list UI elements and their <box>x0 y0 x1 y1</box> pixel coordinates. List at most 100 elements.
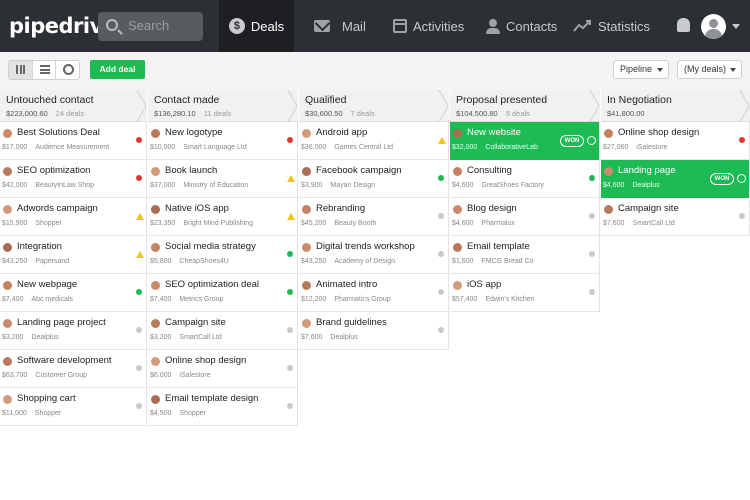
owner-avatar <box>453 129 462 138</box>
deal-card[interactable]: Book launch $37,000 Ministry of Education <box>148 160 297 198</box>
deal-card[interactable]: Blog design $4,600 Pharmalux <box>450 198 599 236</box>
won-badge: WON <box>710 173 734 185</box>
deal-meta: $3,200 Dealplus <box>2 334 59 341</box>
deal-card[interactable]: Android app $36,000 Games Central Ltd <box>299 122 448 160</box>
deal-card[interactable]: Software development $63,700 Customer Grou… <box>0 350 146 388</box>
timeline-view-button[interactable] <box>56 61 79 79</box>
deal-status-red-icon <box>739 137 745 143</box>
deal-card[interactable]: SEO optimization deal $7,400 Metrics Group <box>148 274 297 312</box>
stage-summary: $104,500.80 5 deals <box>456 109 530 118</box>
deal-card[interactable]: Landing page project $3,200 Dealplus <box>0 312 146 350</box>
nav-activities-label: Activities <box>413 18 465 34</box>
nav-mail[interactable]: Mail <box>314 0 366 52</box>
stage-header[interactable]: Qualified $30,600.50 7 deals <box>299 90 449 122</box>
deal-organization: iSalestore <box>636 144 668 151</box>
deal-value: $6,000 <box>150 372 172 379</box>
owner-avatar <box>604 129 613 138</box>
deal-title: Social media strategy <box>165 241 256 252</box>
owner-avatar <box>302 243 311 252</box>
add-deal-button[interactable]: Add deal <box>90 60 145 79</box>
stage-column: Android app $36,000 Games Central Ltd Faceb… <box>299 122 449 350</box>
stage-header[interactable]: In Negotiation $41,800.00 <box>601 90 750 122</box>
deal-value: $12,200 <box>301 296 327 303</box>
deal-card[interactable]: Landing page $4,600 Dealplus WON <box>601 160 749 198</box>
deal-card[interactable]: Email template design $4,500 Shopper <box>148 388 297 426</box>
deal-card[interactable]: Brand guidelines $7,600 Dealplus <box>299 312 448 350</box>
deal-title: Integration <box>17 241 62 252</box>
deal-title: Online shop design <box>618 127 700 138</box>
stage-header[interactable]: Proposal presented $104,500.80 5 deals <box>450 90 600 122</box>
list-view-icon <box>39 65 50 74</box>
deal-organization: GreatShoes Factory <box>481 182 545 189</box>
deal-status-ring-icon[interactable] <box>587 136 596 145</box>
deal-organization: Customer Group <box>35 372 88 379</box>
deal-card[interactable]: iOS app $57,400 Edwin's Kitchen <box>450 274 599 312</box>
deal-card[interactable]: Facebook campaign $3,900 Mayan Design <box>299 160 448 198</box>
search-box[interactable]: Search <box>98 12 203 41</box>
deal-organization: FMCG Bread Co <box>481 258 534 265</box>
deal-status-yellow-icon <box>438 137 446 144</box>
deal-organization: Academy of Design <box>334 258 396 265</box>
deal-organization: Shopper <box>35 220 62 227</box>
deal-meta: $4,600 Dealplus <box>603 182 660 189</box>
deal-status-grey-icon <box>136 327 142 333</box>
mail-icon <box>314 20 330 32</box>
stage-name: In Negotiation <box>607 94 672 106</box>
deal-card[interactable]: Best Solutions Deal $17,000 Audience Measu… <box>0 122 146 160</box>
deal-organization: Audience Measurement <box>35 144 110 151</box>
deal-card[interactable]: Campaign site $3,200 SmartCall Ltd <box>148 312 297 350</box>
deal-organization: Pharmatics Group <box>334 296 391 303</box>
deal-card[interactable]: New website $32,000 CollaborativeLab WON <box>450 122 599 160</box>
deal-card[interactable]: Native iOS app $23,350 Bright Mind Publish… <box>148 198 297 236</box>
pipeline-select[interactable]: Pipeline <box>613 60 669 79</box>
stage-arrow-icon <box>739 90 750 122</box>
deal-card[interactable]: Digital trends workshop $43,250 Academy of… <box>299 236 448 274</box>
deals-filter-select[interactable]: (My deals) <box>677 60 742 79</box>
user-avatar[interactable] <box>701 14 726 39</box>
deals-icon: $ <box>228 18 245 34</box>
deal-meta: $10,000 Smart Language Ltd <box>150 144 247 151</box>
list-view-button[interactable] <box>33 61 57 79</box>
deal-card[interactable]: SEO optimization $42,000 BeautyInLaw Shop <box>0 160 146 198</box>
deal-card[interactable]: Online shop design $27,060 iSalestore <box>601 122 749 160</box>
stage-total-value: $136,280.10 <box>154 109 196 118</box>
nav-statistics[interactable]: Statistics <box>573 0 650 52</box>
deal-card[interactable]: Rebranding $45,200 Beauty Booth <box>299 198 448 236</box>
nav-activities[interactable]: Activities <box>393 0 464 52</box>
deal-status-ring-icon[interactable] <box>737 174 746 183</box>
deal-card[interactable]: New logotype $10,000 Smart Language Ltd <box>148 122 297 160</box>
owner-avatar <box>151 395 160 404</box>
deal-status-grey-icon <box>287 403 293 409</box>
deal-card[interactable]: New webpage $7,400 Abc medicals <box>0 274 146 312</box>
stage-header[interactable]: Untouched contact $223,000.60 24 deals <box>0 90 147 122</box>
deal-card[interactable]: Adwords campaign $15,900 Shopper <box>0 198 146 236</box>
nav-contacts[interactable]: Contacts <box>486 0 557 52</box>
stage-header[interactable]: Contact made $136,280.10 11 deals <box>148 90 298 122</box>
deal-title: New webpage <box>17 279 78 290</box>
deal-card[interactable]: Shopping cart $11,000 Shopper <box>0 388 146 426</box>
stage-name: Proposal presented <box>456 94 548 106</box>
deal-card[interactable]: Animated intro $12,200 Pharmatics Group <box>299 274 448 312</box>
stage-column: Online shop design $27,060 iSalestore Landi… <box>601 122 750 236</box>
stage-summary: $41,800.00 <box>607 109 645 118</box>
deal-value: $43,250 <box>2 258 28 265</box>
deal-card[interactable]: Online shop design $6,000 iSalestore <box>148 350 297 388</box>
owner-avatar <box>453 167 462 176</box>
deal-value: $42,000 <box>2 182 28 189</box>
owner-avatar <box>151 243 160 252</box>
account-menu-chevron-down-icon[interactable] <box>732 24 740 29</box>
nav-deals[interactable]: $ Deals <box>219 0 294 52</box>
deal-value: $17,000 <box>2 144 28 151</box>
deal-card[interactable]: Email template $1,600 FMCG Bread Co <box>450 236 599 274</box>
pipeline-view-button[interactable] <box>9 61 33 79</box>
deal-card[interactable]: Social media strategy $5,800 CheapShoes4U <box>148 236 297 274</box>
deal-organization: Dealplus <box>632 182 660 189</box>
deal-meta: $12,200 Pharmatics Group <box>301 296 391 303</box>
deal-card[interactable]: Consulting $4,600 GreatShoes Factory <box>450 160 599 198</box>
deal-card[interactable]: Campaign site $7,600 SmartCall Ltd <box>601 198 749 236</box>
deal-card[interactable]: Integration $43,250 Papersand <box>0 236 146 274</box>
owner-avatar <box>604 205 613 214</box>
owner-avatar <box>302 205 311 214</box>
notifications-bell-icon[interactable] <box>677 18 690 32</box>
deal-title: Brand guidelines <box>316 317 387 328</box>
